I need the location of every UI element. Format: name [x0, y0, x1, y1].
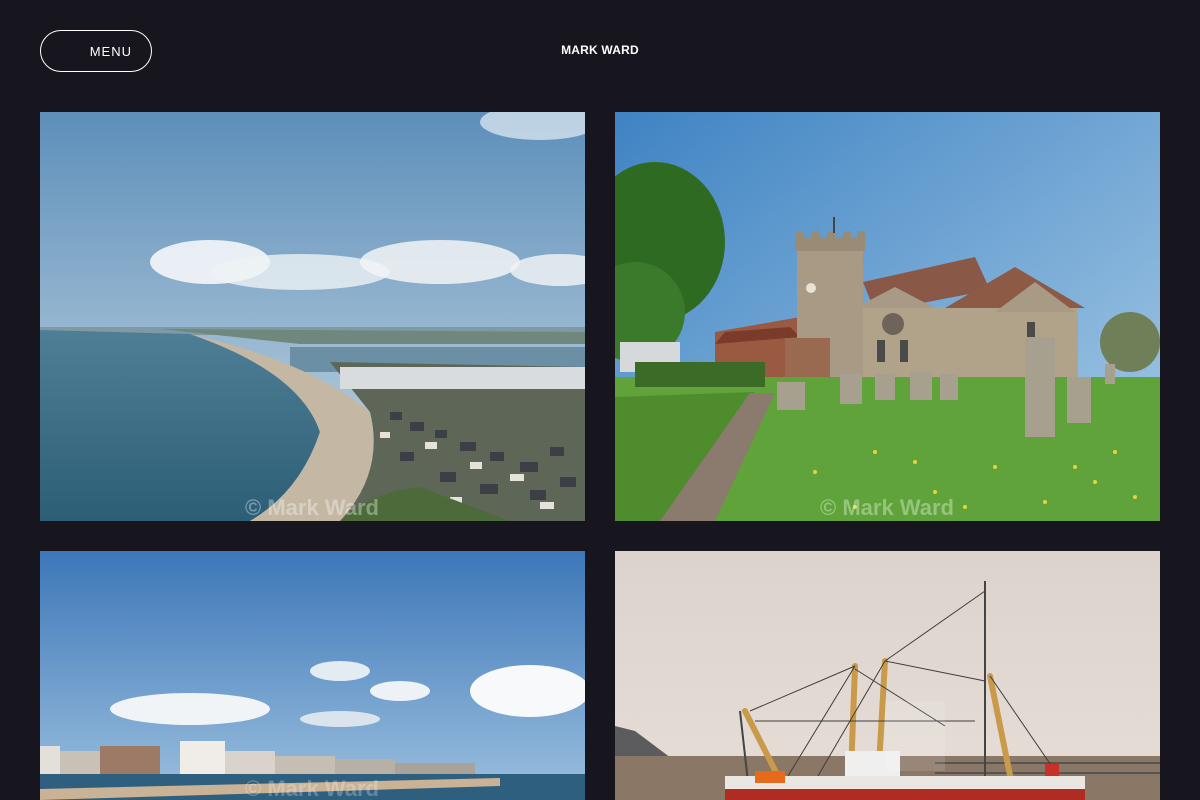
- gallery-photo-fishing-boat[interactable]: [615, 551, 1160, 800]
- coastline-photo-image: © Mark Ward: [40, 112, 585, 521]
- gallery-photo-seafront[interactable]: © Mark Ward: [40, 551, 585, 800]
- gallery-photo-coastline[interactable]: © Mark Ward: [40, 112, 585, 521]
- church-photo-image: © Mark Ward: [615, 112, 1160, 521]
- site-header: MENU MARK WARD: [0, 0, 1200, 100]
- gallery-photo-church[interactable]: © Mark Ward: [615, 112, 1160, 521]
- watermark-text: © Mark Ward: [820, 495, 954, 520]
- seafront-photo-image: © Mark Ward: [40, 551, 585, 800]
- watermark-text: © Mark Ward: [245, 776, 379, 800]
- watermark-text: © Mark Ward: [245, 495, 379, 520]
- site-title: MARK WARD: [561, 43, 639, 57]
- fishing-boat-photo-image: [615, 551, 1160, 800]
